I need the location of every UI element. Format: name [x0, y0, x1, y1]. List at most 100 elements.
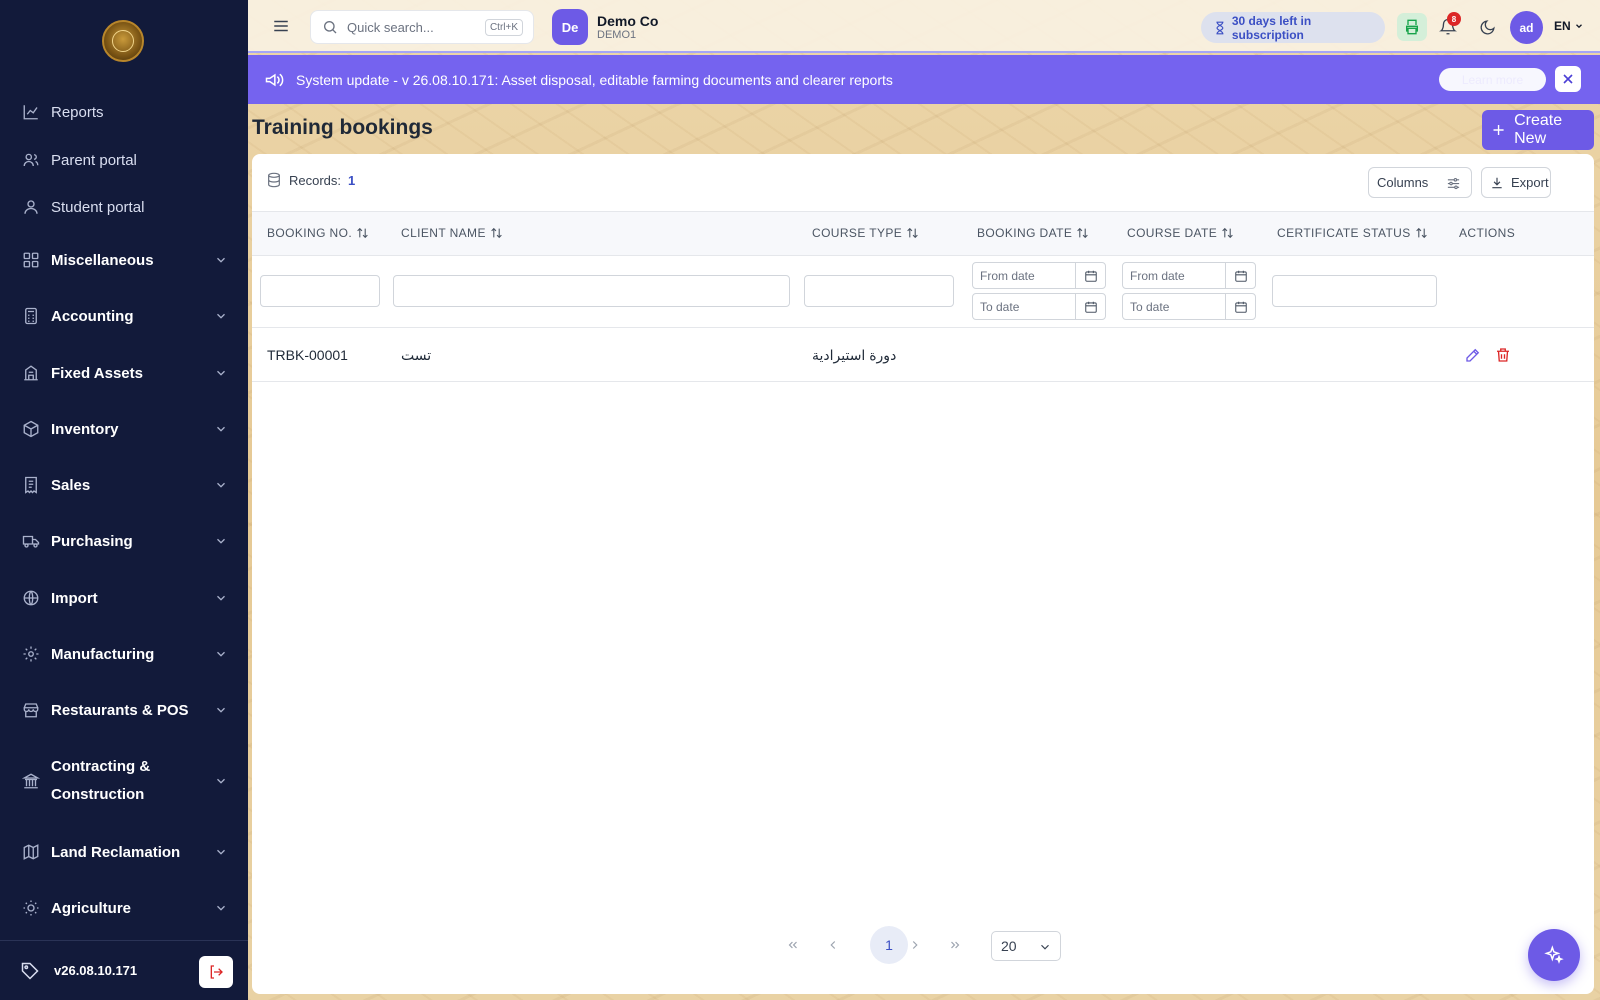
sidebar-item-label: Land Reclamation — [51, 843, 181, 861]
edit-icon[interactable] — [1464, 346, 1482, 364]
sidebar-item-accounting[interactable]: Accounting — [0, 296, 248, 336]
booking-date-to-calendar[interactable] — [1075, 294, 1105, 319]
search-input[interactable] — [347, 19, 475, 35]
menu-icon[interactable] — [272, 17, 290, 35]
prev-page-button[interactable] — [820, 932, 846, 958]
search-shortcut: Ctrl+K — [484, 19, 523, 36]
sidebar-footer: v26.08.10.171 — [0, 940, 248, 1000]
sidebar-item-reports[interactable]: Reports — [0, 92, 248, 132]
create-new-button[interactable]: Create New — [1482, 110, 1594, 150]
sidebar-item-parent-portal[interactable]: Parent portal — [0, 140, 248, 180]
sidebar-item-land-reclamation[interactable]: Land Reclamation — [0, 832, 248, 872]
sidebar-item-manufacturing[interactable]: Manufacturing — [0, 634, 248, 674]
last-page-button[interactable] — [942, 932, 968, 958]
theme-toggle[interactable] — [1472, 13, 1502, 41]
first-page-button[interactable] — [780, 932, 806, 958]
sidebar-item-label-line2: Construction — [51, 786, 145, 803]
sort-icon — [1415, 227, 1427, 239]
sidebar-item-miscellaneous[interactable]: Miscellaneous — [0, 240, 248, 280]
chevron-down-icon — [1041, 944, 1049, 950]
announcement-banner: System update - v 26.08.10.171: Asset di… — [248, 55, 1600, 104]
company-switcher[interactable]: De Demo Co DEMO1 — [552, 9, 658, 45]
course-date-to-calendar[interactable] — [1225, 294, 1255, 319]
table-row[interactable]: TRBK-00001 تست دورة استيرادية — [252, 329, 1594, 382]
chevron-down-icon — [217, 313, 225, 319]
header-label: ACTIONS — [1459, 226, 1516, 240]
filter-course-date-to[interactable] — [1122, 293, 1256, 320]
search-icon — [324, 21, 337, 34]
download-icon — [1492, 177, 1502, 188]
filter-booking-no[interactable] — [260, 275, 380, 307]
plus-icon — [1493, 124, 1504, 136]
course-date-from-input[interactable] — [1123, 263, 1225, 288]
sidebar-item-import[interactable]: Import — [0, 578, 248, 618]
header-actions: ACTIONS — [1459, 226, 1515, 240]
sidebar-item-contracting-construction[interactable]: Contracting & Construction — [0, 750, 248, 812]
map-icon — [23, 844, 39, 860]
booking-date-from-calendar[interactable] — [1075, 263, 1105, 288]
chevron-left-icon — [830, 941, 836, 949]
filter-course-type[interactable] — [804, 275, 954, 307]
close-icon — [1563, 74, 1573, 84]
sidebar-item-student-portal[interactable]: Student portal — [0, 187, 248, 227]
close-announcement-button[interactable] — [1555, 66, 1581, 92]
print-button[interactable] — [1397, 13, 1427, 41]
sun-icon — [23, 900, 39, 916]
sidebar-item-agriculture[interactable]: Agriculture — [0, 888, 248, 928]
header-course-date[interactable]: COURSE DATE — [1127, 226, 1234, 240]
header-label: BOOKING DATE — [977, 226, 1073, 240]
sidebar-item-label: Contracting & Construction — [51, 753, 150, 809]
course-date-to-input[interactable] — [1123, 294, 1225, 319]
user-icon — [24, 200, 38, 214]
language-selector[interactable]: EN — [1554, 19, 1584, 33]
sidebar-item-fixed-assets[interactable]: Fixed Assets — [0, 353, 248, 393]
sidebar-item-inventory[interactable]: Inventory — [0, 409, 248, 449]
announcement-message: System update - v 26.08.10.171: Asset di… — [296, 71, 893, 88]
user-avatar[interactable]: ad — [1510, 11, 1543, 44]
sidebar-item-sales[interactable]: Sales — [0, 465, 248, 505]
filter-course-date-from[interactable] — [1122, 262, 1256, 289]
header-certificate-status[interactable]: CERTIFICATE STATUS — [1277, 226, 1428, 240]
sidebar-item-restaurants-pos[interactable]: Restaurants & POS — [0, 690, 248, 730]
header-client-name[interactable]: CLIENT NAME — [401, 226, 503, 240]
trash-icon[interactable] — [1494, 346, 1512, 364]
sort-icon — [907, 227, 918, 239]
export-button[interactable]: Export — [1481, 167, 1551, 198]
filter-certificate-status[interactable] — [1272, 275, 1437, 307]
chevron-down-icon — [217, 595, 225, 601]
records-count: Records: 1 — [266, 172, 355, 188]
learn-more-button[interactable]: Learn more — [1439, 68, 1546, 91]
chevron-down-icon — [217, 538, 225, 544]
building-icon — [24, 365, 38, 381]
cell-client-name: تست — [401, 347, 432, 363]
sidebar-item-label: Student portal — [51, 198, 145, 216]
booking-date-from-input[interactable] — [973, 263, 1075, 288]
quick-search[interactable]: Ctrl+K — [310, 10, 534, 44]
export-label: Export — [1511, 175, 1549, 190]
header-course-type[interactable]: COURSE TYPE — [812, 226, 919, 240]
sidebar-item-label: Agriculture — [51, 899, 132, 917]
subscription-badge[interactable]: 30 days left in subscription — [1201, 12, 1385, 43]
ai-assistant-button[interactable] — [1528, 929, 1580, 981]
header-booking-no[interactable]: BOOKING NO. — [267, 226, 369, 240]
logout-icon — [210, 965, 223, 979]
company-avatar: De — [552, 9, 588, 45]
chart-line-icon — [23, 105, 38, 120]
page-size-select[interactable]: 20 — [991, 931, 1061, 961]
sidebar-item-purchasing[interactable]: Purchasing — [0, 521, 248, 561]
logout-button[interactable] — [199, 956, 233, 988]
grid-icon — [23, 252, 39, 268]
filter-client-name[interactable] — [393, 275, 790, 307]
header-booking-date[interactable]: BOOKING DATE — [977, 226, 1089, 240]
course-date-from-calendar[interactable] — [1225, 263, 1255, 288]
landmark-icon — [22, 773, 40, 789]
booking-date-to-input[interactable] — [973, 294, 1075, 319]
learn-more-label: Learn more — [1461, 72, 1524, 87]
filter-booking-date-from[interactable] — [972, 262, 1106, 289]
filter-booking-date-to[interactable] — [972, 293, 1106, 320]
page-title: Training bookings — [252, 116, 433, 139]
sort-icon — [357, 227, 368, 239]
table-header: BOOKING NO. CLIENT NAME COURSE TYPE BOOK… — [252, 211, 1594, 256]
columns-button[interactable]: Columns — [1368, 167, 1472, 198]
next-page-button[interactable] — [902, 932, 928, 958]
